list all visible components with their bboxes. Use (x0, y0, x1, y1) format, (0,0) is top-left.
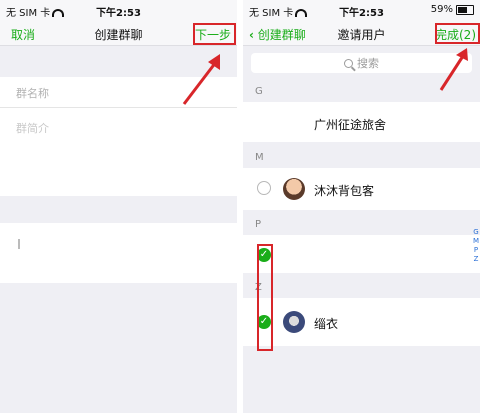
alphabet-index[interactable]: G M P Z (472, 228, 480, 264)
avatar (283, 311, 305, 333)
contact-row[interactable]: ✓ 缁衣 (243, 298, 480, 346)
index-letter[interactable]: M (472, 237, 480, 246)
contact-row[interactable]: ✓ (243, 235, 480, 273)
unchecked-radio[interactable] (257, 181, 271, 195)
index-letter[interactable]: P (472, 246, 480, 255)
contact-name: 沐沐背包客 (314, 184, 375, 198)
contact-row[interactable]: 沐沐背包客 (243, 168, 480, 210)
arrow-annotation-icon (439, 48, 468, 91)
done-highlight (435, 23, 480, 44)
search-placeholder: 搜索 (357, 57, 379, 70)
invite-users-screen: 无 SIM 卡 下午2:53 59% ‹ 创建群聊 邀请用户 完成(2) 搜索 … (243, 0, 480, 413)
index-letter[interactable]: G (472, 228, 480, 237)
status-bar: 无 SIM 卡 下午2:53 (0, 0, 237, 20)
selection-highlight (257, 244, 273, 351)
create-group-screen: 无 SIM 卡 下午2:53 取消 创建群聊 下一步 群名称 群简介 (0, 0, 237, 413)
search-icon (344, 58, 353, 68)
group-name-placeholder: 群名称 (16, 87, 49, 100)
status-bar: 无 SIM 卡 下午2:53 59% (243, 0, 480, 20)
next-step-highlight (193, 23, 236, 45)
section-header-p: P (243, 215, 480, 235)
contact-row[interactable]: 广州征途旅舍 (243, 102, 480, 142)
group-intro-label: 群简介 (16, 122, 49, 135)
avatar (283, 178, 305, 200)
section-mark (18, 239, 20, 249)
section-header-z: Z (243, 278, 480, 298)
contact-name: 广州征途旅舍 (314, 118, 387, 132)
battery-status: 59% (431, 4, 474, 15)
contact-name: 缁衣 (314, 317, 339, 331)
index-letter[interactable]: Z (472, 255, 480, 264)
status-time: 下午2:53 (96, 8, 141, 19)
battery-icon (456, 4, 474, 15)
arrow-annotation-icon (182, 54, 220, 105)
settings-section (0, 223, 237, 283)
section-header-m: M (243, 148, 480, 168)
group-intro-field[interactable]: 群简介 (0, 108, 237, 196)
